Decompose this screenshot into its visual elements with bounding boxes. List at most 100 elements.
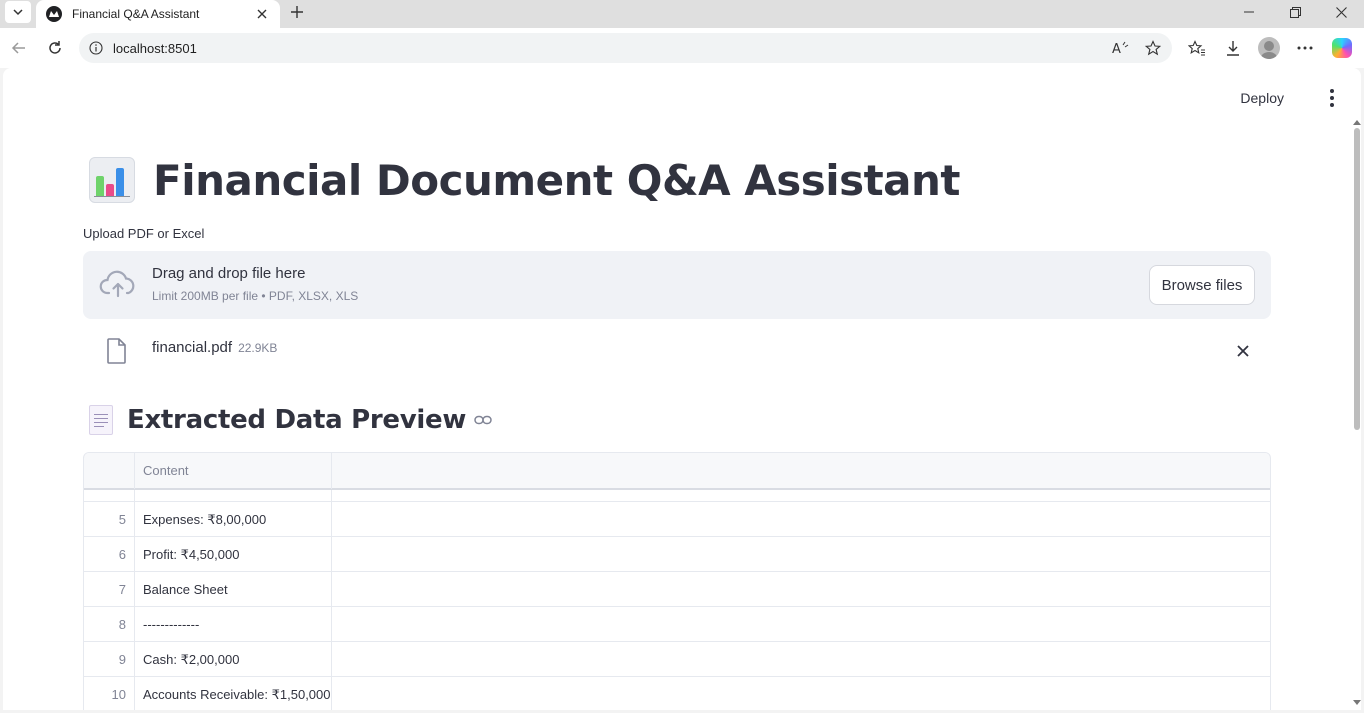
kebab-dot xyxy=(1330,89,1334,93)
url-text[interactable]: localhost:8501 xyxy=(113,41,1108,56)
minimize-icon xyxy=(1244,11,1254,13)
uploaded-file-row: financial.pdf 22.9KB xyxy=(83,333,1271,369)
minimize-button[interactable] xyxy=(1226,0,1272,24)
browse-files-button[interactable]: Browse files xyxy=(1149,265,1255,305)
copilot-icon xyxy=(1332,38,1352,58)
streamlit-app: Deploy Financial Document Q&A Assistant … xyxy=(3,68,1361,710)
restore-button[interactable] xyxy=(1272,0,1318,24)
read-aloud-icon[interactable]: A xyxy=(1108,35,1134,61)
download-icon xyxy=(1227,41,1239,56)
more-horizontal-icon xyxy=(1297,46,1313,50)
table-row[interactable]: 9 Cash: ₹2,00,000 xyxy=(84,642,1270,677)
close-icon xyxy=(257,9,267,19)
scroll-up-arrow-icon[interactable] xyxy=(1353,120,1361,125)
tab-close-button[interactable] xyxy=(252,4,272,24)
main-menu-button[interactable] xyxy=(1325,88,1339,108)
file-icon xyxy=(107,338,126,364)
upload-label: Upload PDF or Excel xyxy=(83,226,205,241)
file-name-text: financial.pdf xyxy=(152,339,233,356)
row-index: 10 xyxy=(84,677,135,710)
tab-title: Financial Q&A Assistant xyxy=(72,7,200,21)
favorites-button[interactable] xyxy=(1184,35,1210,61)
row-index: 6 xyxy=(84,537,135,572)
table-rows: 5 Expenses: ₹8,00,000 6 Profit: ₹4,50,00… xyxy=(84,502,1270,710)
row-index: 9 xyxy=(84,642,135,677)
page-emoji-icon xyxy=(89,405,113,435)
tab-search-button[interactable] xyxy=(5,1,31,23)
doc-line xyxy=(94,426,104,427)
favorite-star-icon[interactable] xyxy=(1140,35,1166,61)
arrow-left-icon xyxy=(11,42,25,54)
row-content[interactable]: Cash: ₹2,00,000 xyxy=(135,642,332,677)
new-tab-button[interactable] xyxy=(286,1,308,23)
doc-line xyxy=(94,418,108,419)
row-index: 7 xyxy=(84,572,135,607)
avatar-icon xyxy=(1258,37,1280,59)
anchor-link-icon[interactable] xyxy=(474,411,492,429)
chevron-down-icon xyxy=(13,9,23,16)
doc-line xyxy=(94,414,108,415)
emoji-bar-blue xyxy=(116,168,124,196)
table-row-partial xyxy=(84,489,1270,502)
emoji-axis xyxy=(94,196,130,197)
row-content[interactable]: Balance Sheet xyxy=(135,572,332,607)
close-icon xyxy=(1237,345,1249,357)
back-button[interactable] xyxy=(6,35,32,61)
data-preview-table[interactable]: Content 5 Expenses: ₹8,00,000 6 Profit: … xyxy=(83,452,1271,710)
row-content[interactable]: Accounts Receivable: ₹1,50,000 xyxy=(135,677,332,710)
scrollbar-thumb[interactable] xyxy=(1354,128,1360,430)
scroll-down-arrow-icon[interactable] xyxy=(1353,700,1361,705)
dropzone-title: Drag and drop file here xyxy=(152,265,306,282)
table-row[interactable]: 5 Expenses: ₹8,00,000 xyxy=(84,502,1270,537)
table-row[interactable]: 6 Profit: ₹4,50,000 xyxy=(84,537,1270,572)
bar-chart-emoji-icon xyxy=(89,157,135,203)
downloads-button[interactable] xyxy=(1220,35,1246,61)
page-scrollbar[interactable] xyxy=(1351,68,1361,710)
streamlit-favicon-icon xyxy=(46,6,62,22)
row-index: 8 xyxy=(84,607,135,642)
dropzone-limit-text: Limit 200MB per file • PDF, XLSX, XLS xyxy=(152,289,359,303)
deploy-button[interactable]: Deploy xyxy=(1240,88,1284,108)
table-header: Content xyxy=(84,453,1270,489)
kebab-dot xyxy=(1330,96,1334,100)
browser-toolbar: localhost:8501 A xyxy=(0,28,1364,68)
section-header: Extracted Data Preview xyxy=(89,402,492,438)
row-content[interactable]: Profit: ₹4,50,000 xyxy=(135,537,332,572)
table-row[interactable]: 8 ------------- xyxy=(84,607,1270,642)
uploaded-file-name: financial.pdf 22.9KB xyxy=(152,339,277,356)
reload-button[interactable] xyxy=(42,35,68,61)
copilot-button[interactable] xyxy=(1329,35,1355,61)
table-row[interactable]: 10 Accounts Receivable: ₹1,50,000 xyxy=(84,677,1270,710)
emoji-bar-green xyxy=(96,176,104,196)
page-title-row: Financial Document Q&A Assistant xyxy=(89,155,961,205)
browser-tab[interactable]: Financial Q&A Assistant xyxy=(36,0,280,28)
table-row[interactable]: 7 Balance Sheet xyxy=(84,572,1270,607)
info-icon[interactable] xyxy=(88,40,104,56)
remove-file-button[interactable] xyxy=(1231,339,1255,363)
address-bar[interactable]: localhost:8501 A xyxy=(79,33,1172,63)
row-content[interactable]: Expenses: ₹8,00,000 xyxy=(135,502,332,537)
tab-strip: Financial Q&A Assistant xyxy=(0,0,1364,28)
page-title: Financial Document Q&A Assistant xyxy=(153,155,961,205)
content-column-header[interactable]: Content xyxy=(135,453,332,489)
section-title: Extracted Data Preview xyxy=(127,405,467,435)
close-window-button[interactable] xyxy=(1318,0,1364,24)
file-size: 22.9KB xyxy=(238,341,278,355)
index-column-header xyxy=(84,453,135,489)
cloud-upload-icon xyxy=(99,270,135,298)
close-icon xyxy=(1335,6,1347,18)
kebab-dot xyxy=(1330,103,1334,107)
svg-text:A: A xyxy=(1112,42,1121,55)
cell-index xyxy=(84,489,135,502)
row-index: 5 xyxy=(84,502,135,537)
favorites-icon xyxy=(1188,40,1205,56)
file-dropzone[interactable]: Drag and drop file here Limit 200MB per … xyxy=(83,251,1271,319)
doc-line xyxy=(94,422,108,423)
profile-button[interactable] xyxy=(1256,35,1282,61)
settings-more-button[interactable] xyxy=(1292,35,1318,61)
row-content[interactable]: ------------- xyxy=(135,607,332,642)
reload-icon xyxy=(49,41,61,54)
plus-icon xyxy=(291,6,303,18)
restore-icon xyxy=(1289,6,1301,18)
cell-content xyxy=(135,489,332,502)
